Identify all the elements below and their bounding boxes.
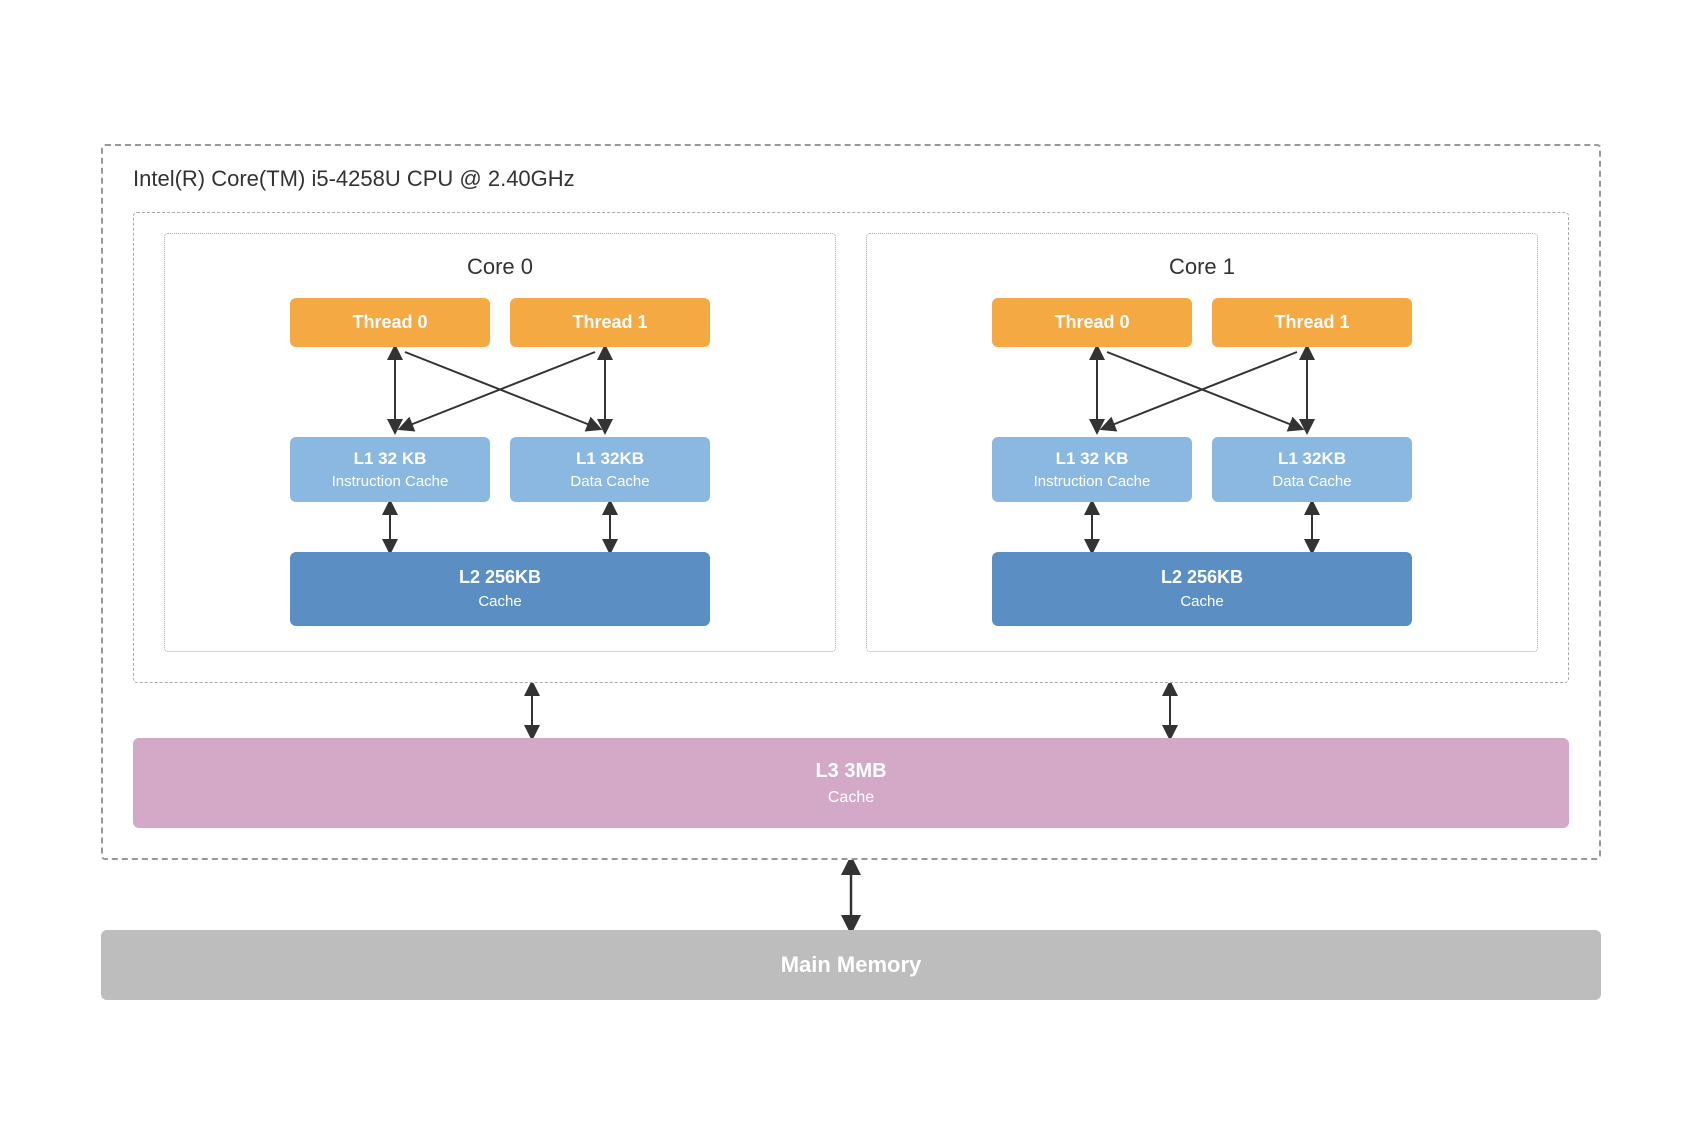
core-0-l2: L2 256KB Cache — [290, 552, 710, 626]
l2-l3-arrows — [133, 683, 1569, 738]
l3-cache: L3 3MB Cache — [133, 738, 1569, 828]
core-1-threads-row: Thread 0 Thread 1 — [887, 298, 1517, 347]
cpu-box: Intel(R) Core(TM) i5-4258U CPU @ 2.40GHz… — [101, 144, 1601, 859]
core-0-v-arrow-right — [510, 502, 710, 552]
core-1-l2: L2 256KB Cache — [992, 552, 1412, 626]
core-0-thread-1: Thread 1 — [510, 298, 710, 347]
core-1-box: Core 1 Thread 0 Thread 1 — [866, 233, 1538, 651]
core-0-title: Core 0 — [467, 254, 533, 280]
core-1-l1-row: L1 32 KB Instruction Cache L1 32KB Data … — [887, 437, 1517, 502]
core-0-l1-data: L1 32KB Data Cache — [510, 437, 710, 502]
core-0-box: Core 0 Thread 0 Thread 1 — [164, 233, 836, 651]
core-0-cross-arrows — [290, 347, 710, 437]
core-0-threads-row: Thread 0 Thread 1 — [185, 298, 815, 347]
cpu-title: Intel(R) Core(TM) i5-4258U CPU @ 2.40GHz — [133, 166, 1569, 192]
core-1-l1-instruction: L1 32 KB Instruction Cache — [992, 437, 1192, 502]
cores-container: Core 0 Thread 0 Thread 1 — [133, 212, 1569, 682]
core-1-cross-arrows — [992, 347, 1412, 437]
core-1-thread-1: Thread 1 — [1212, 298, 1412, 347]
core-1-v-arrow-right — [1212, 502, 1412, 552]
core-1-thread-0: Thread 0 — [992, 298, 1192, 347]
core-0-l1-row: L1 32 KB Instruction Cache L1 32KB Data … — [185, 437, 815, 502]
core-0-l1-instruction: L1 32 KB Instruction Cache — [290, 437, 490, 502]
l3-memory-arrow — [101, 860, 1601, 930]
core-0-v-arrows-l1-l2 — [185, 502, 815, 552]
core-0-thread-0: Thread 0 — [290, 298, 490, 347]
main-memory: Main Memory — [101, 930, 1601, 1000]
core-1-v-arrows-l1-l2 — [887, 502, 1517, 552]
core-1-title: Core 1 — [1169, 254, 1235, 280]
core-0-v-arrow-left — [290, 502, 490, 552]
page-container: Intel(R) Core(TM) i5-4258U CPU @ 2.40GHz… — [71, 114, 1631, 1029]
core-1-v-arrow-left — [992, 502, 1192, 552]
core-1-l1-data: L1 32KB Data Cache — [1212, 437, 1412, 502]
